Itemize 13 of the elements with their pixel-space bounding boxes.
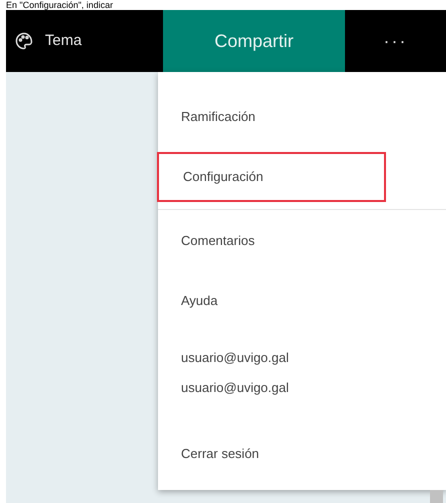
menu-item[interactable]: Ramificación [158,87,446,147]
share-button[interactable]: Compartir [163,10,345,72]
menu-item[interactable]: Cerrar sesión [158,424,446,484]
palette-icon [15,32,33,50]
more-button[interactable]: ··· [345,10,446,72]
account-email: usuario@uvigo.gal [181,379,290,397]
account-email: usuario@uvigo.gal [181,349,290,367]
menu-item[interactable]: Ayuda [158,271,446,331]
theme-button[interactable]: Tema [6,10,163,72]
menu-item[interactable]: Configuración [157,152,386,202]
menu-item[interactable]: Comentarios [158,211,446,271]
caption-text: En "Configuración", indicar [6,0,113,10]
scrollbar-thumb[interactable] [430,490,443,503]
